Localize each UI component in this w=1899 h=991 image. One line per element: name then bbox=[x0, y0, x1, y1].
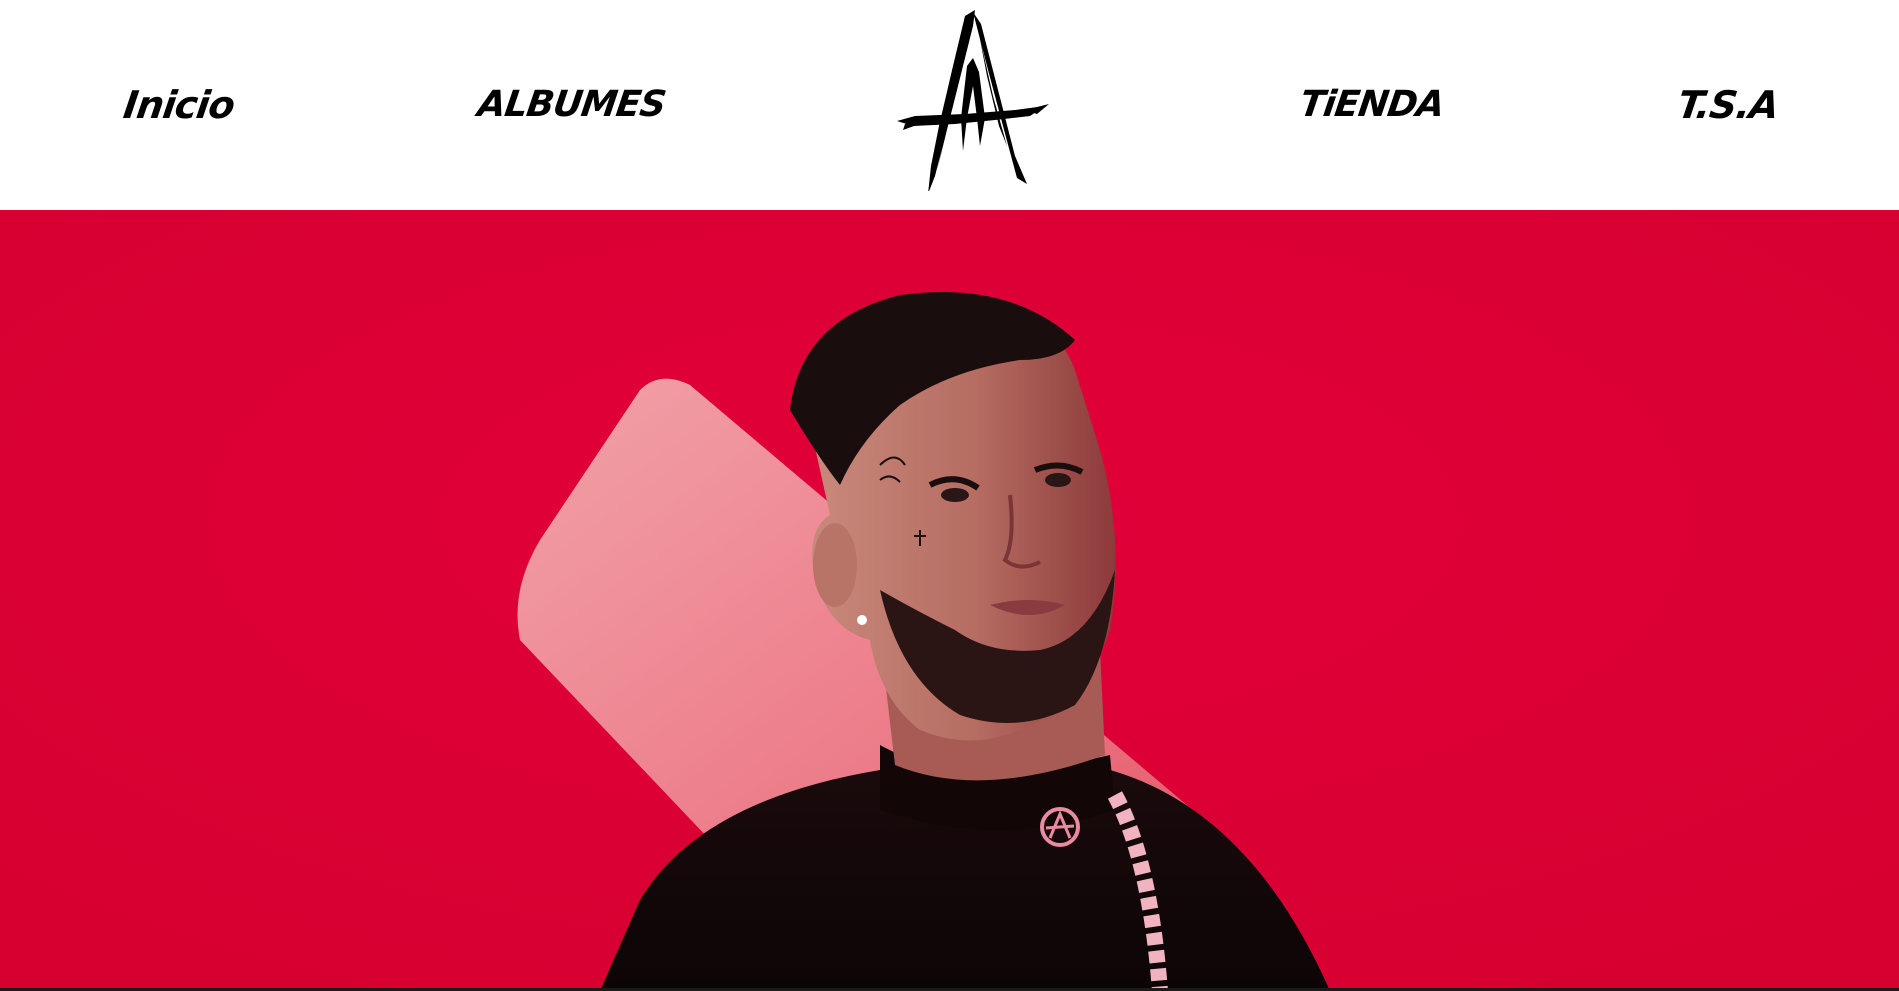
anuel-a-logo-icon[interactable] bbox=[895, 6, 1050, 194]
nav-link-inicio[interactable]: Inicio bbox=[120, 80, 237, 130]
nav-link-tienda[interactable]: TiENDA bbox=[1296, 80, 1446, 130]
nav-link-albumes[interactable]: ALBUMES bbox=[474, 80, 668, 130]
site-header: Inicio ALBUMES TiENDA T.S.A bbox=[0, 0, 1899, 210]
artist-portrait-image bbox=[0, 210, 1899, 991]
nav-link-tsa[interactable]: T.S.A bbox=[1674, 80, 1781, 130]
hero-banner bbox=[0, 210, 1899, 991]
